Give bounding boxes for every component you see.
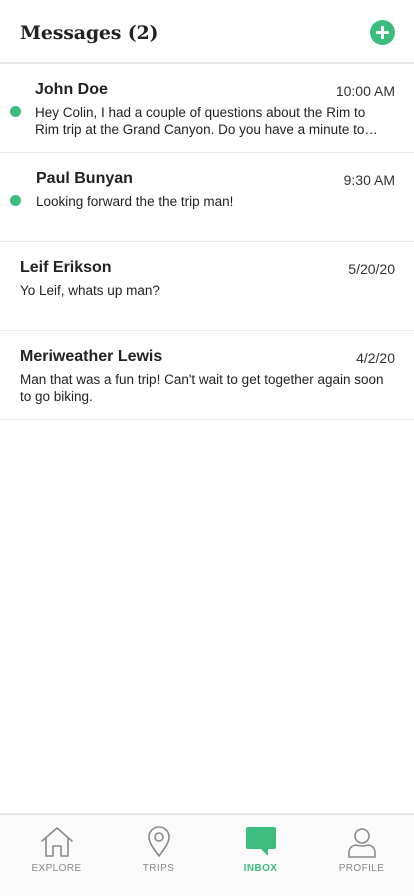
message-time: 5/20/20 [348,261,395,277]
tab-label: PROFILE [338,863,385,874]
message-row[interactable]: Meriweather Lewis 4/2/20 Man that was a … [0,331,414,420]
unread-dot-icon [10,106,21,117]
message-sender: Leif Erikson [20,259,112,276]
message-time: 9:30 AM [343,172,395,188]
map-pin-icon [147,826,170,857]
message-sender: Paul Bunyan [36,170,133,187]
message-preview: Yo Leif, whats up man? [20,283,160,298]
bottom-tab-bar: EXPLORE TRIPS INBOX PROFILE [0,813,414,896]
page-title: Messages (2) [20,22,159,44]
chat-bubble-icon [245,827,276,856]
message-time: 10:00 AM [335,83,395,99]
message-preview: Man that was a fun trip! Can't wait to g… [20,372,384,404]
message-row[interactable]: John Doe 10:00 AM Hey Colin, I had a cou… [0,64,414,153]
message-preview: Looking forward the the trip man! [36,194,234,209]
tab-label: INBOX [243,863,278,874]
new-message-button[interactable] [370,20,395,45]
message-list: John Doe 10:00 AM Hey Colin, I had a cou… [0,64,414,420]
user-icon [347,828,376,858]
tab-label: EXPLORE [31,863,82,874]
message-preview: Hey Colin, I had a couple of questions a… [35,105,366,137]
tab-trips[interactable]: TRIPS [107,815,210,896]
message-sender: John Doe [35,81,108,98]
message-time: 4/2/20 [356,350,395,366]
tab-label: TRIPS [142,863,175,874]
message-sender: Meriweather Lewis [20,348,163,365]
app-header: Messages (2) [0,0,414,64]
tab-explore[interactable]: EXPLORE [5,815,108,896]
tab-inbox[interactable]: INBOX [209,815,312,896]
tab-profile[interactable]: PROFILE [310,815,413,896]
unread-dot-icon [10,195,21,206]
message-row[interactable]: Leif Erikson 5/20/20 Yo Leif, whats up m… [0,242,414,331]
message-row[interactable]: Paul Bunyan 9:30 AM Looking forward the … [0,153,414,242]
home-icon [40,827,73,857]
